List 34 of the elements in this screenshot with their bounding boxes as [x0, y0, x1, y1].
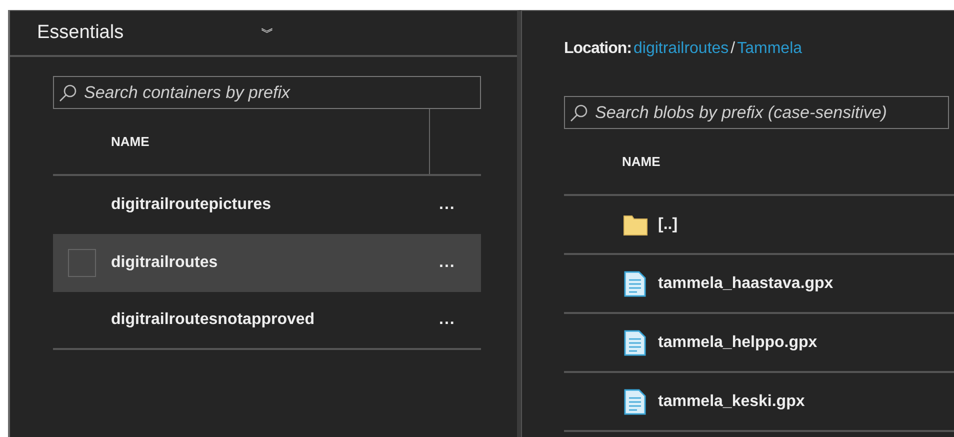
- blob-name: tammela_haastava.gpx: [658, 274, 834, 294]
- search-icon: [570, 104, 588, 122]
- checkbox[interactable]: [68, 249, 96, 277]
- breadcrumb-link[interactable]: digitrailroutes: [634, 37, 729, 61]
- search-field[interactable]: Search blobs by prefix (case-sensitive): [564, 96, 949, 129]
- container-name: digitrailroutes: [111, 253, 219, 273]
- breadcrumb-link[interactable]: Tammela: [737, 37, 802, 61]
- search-field[interactable]: Search containers by prefix: [53, 76, 481, 109]
- table-row[interactable]: tammela_helppo.gpx: [564, 314, 954, 373]
- blob-name: tammela_helppo.gpx: [658, 332, 818, 352]
- document-icon: [624, 330, 646, 356]
- folder-icon: [622, 214, 648, 236]
- collapse-icon[interactable]: ︾: [261, 23, 274, 43]
- document-icon: [624, 270, 646, 296]
- blob-name: [..]: [658, 214, 678, 234]
- table-row[interactable]: tammela_keski.gpx: [564, 373, 954, 432]
- more-button[interactable]: ...: [439, 251, 456, 275]
- document-icon: [624, 388, 646, 414]
- table-row[interactable]: [..]: [564, 196, 954, 255]
- search-icon: [59, 84, 77, 102]
- breadcrumb-separator: /: [730, 39, 736, 59]
- more-button[interactable]: ...: [439, 308, 456, 332]
- location-label: Location:: [564, 39, 632, 59]
- table-row[interactable]: tammela_haastava.gpx: [564, 255, 954, 314]
- column-header[interactable]: NAME: [111, 132, 150, 152]
- container-name: digitrailroutesnotapproved: [111, 310, 316, 330]
- table-row[interactable]: digitrailroutes ...: [53, 234, 481, 292]
- blob-name: tammela_keski.gpx: [658, 392, 805, 412]
- more-button[interactable]: ...: [439, 193, 456, 217]
- container-name: digitrailroutepictures: [111, 195, 272, 215]
- table-row[interactable]: digitrailroutepictures ...: [53, 176, 481, 234]
- column-header[interactable]: NAME: [622, 152, 660, 172]
- panel-title: Essentials: [37, 20, 125, 45]
- table-row[interactable]: digitrailroutesnotapproved ...: [53, 292, 481, 350]
